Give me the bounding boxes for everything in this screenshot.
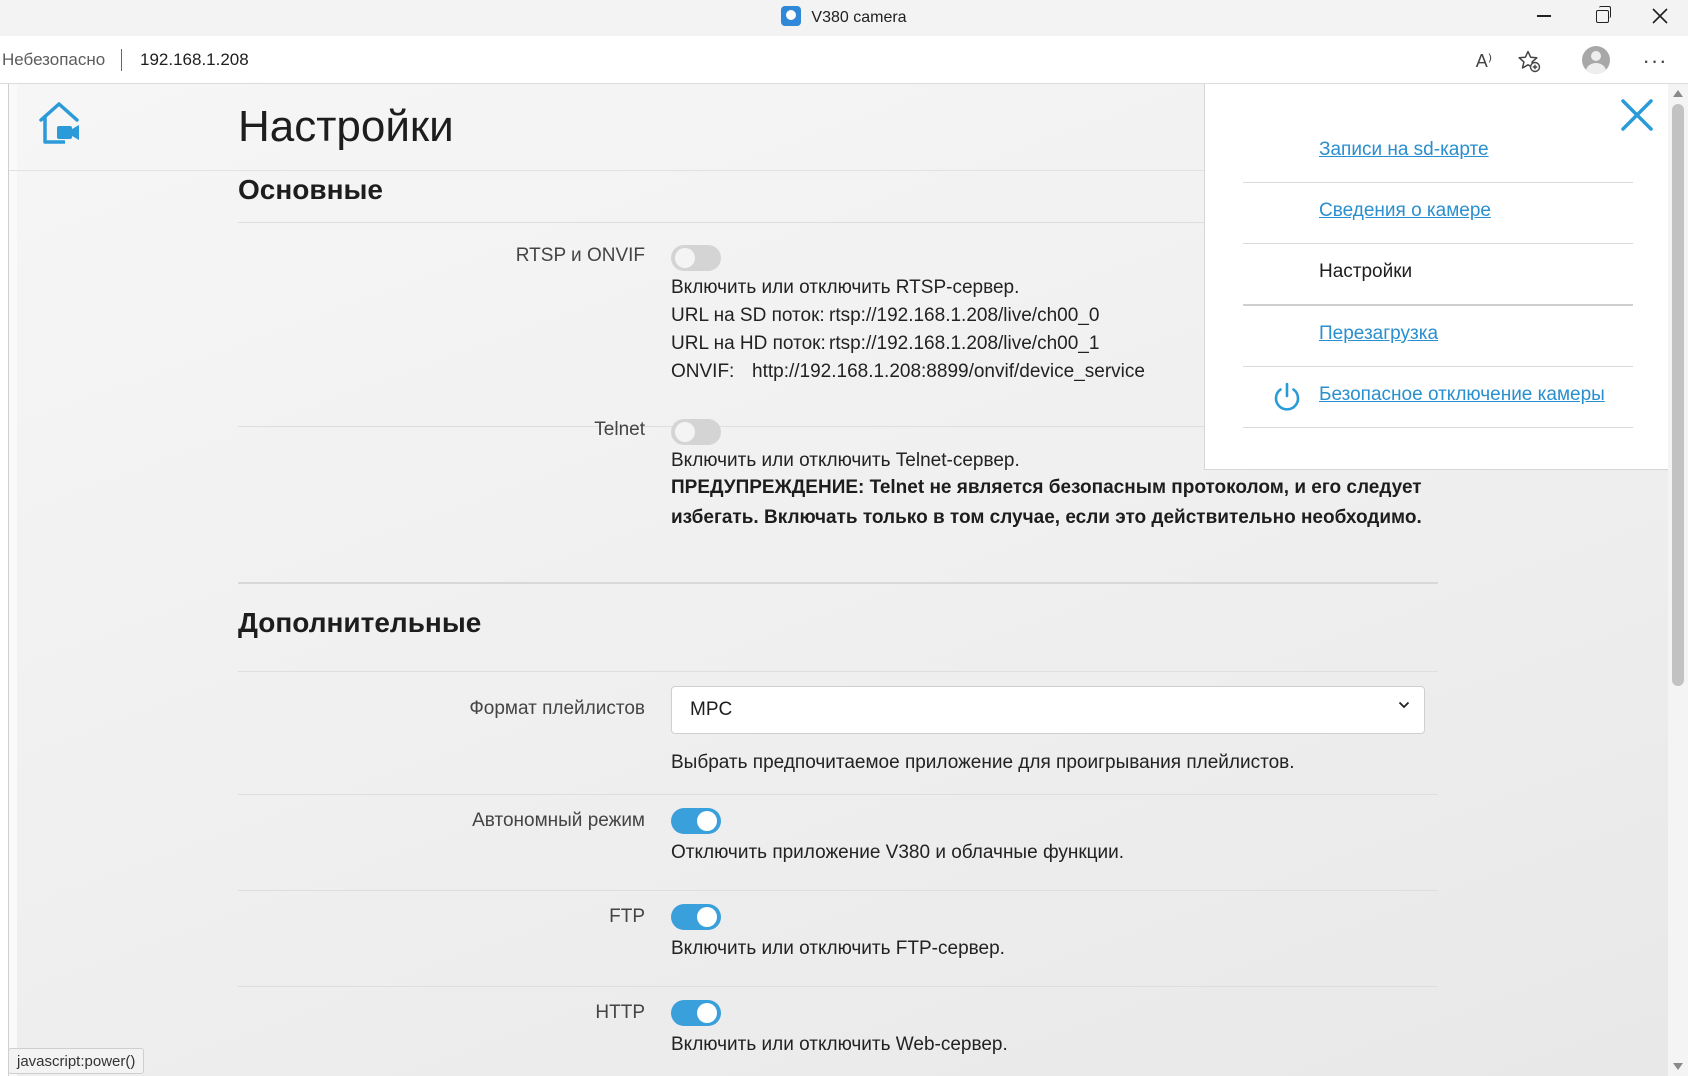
autonomous-toggle[interactable]	[671, 808, 721, 834]
scrollbar-thumb[interactable]	[1672, 104, 1684, 686]
add-favorite-button[interactable]	[1514, 46, 1544, 76]
sd-url-label: URL на SD поток:	[671, 305, 825, 326]
toggle-knob	[675, 422, 695, 442]
navigation-menu: Записи на sd-карте Сведения о камере Нас…	[1204, 84, 1668, 470]
close-icon	[1652, 8, 1668, 24]
hd-url-label: URL на HD поток:	[671, 333, 826, 354]
scroll-down-arrow-icon[interactable]	[1673, 1063, 1683, 1070]
scroll-up-arrow-icon[interactable]	[1673, 90, 1683, 97]
rtsp-hd-url-row: URL на HD поток: rtsp://192.168.1.208/liv…	[671, 333, 1099, 355]
toggle-knob	[697, 1003, 717, 1023]
menu-item-sd-records[interactable]: Записи на sd-карте	[1319, 139, 1489, 161]
telnet-label: Telnet	[594, 419, 645, 440]
rtsp-label: RTSP и ONVIF	[515, 245, 645, 266]
autonomous-description: Отключить приложение V380 и облачные фун…	[671, 842, 1125, 863]
autonomous-label: Автономный режим	[472, 810, 645, 831]
left-edge	[9, 84, 17, 1076]
minimize-button[interactable]	[1516, 0, 1572, 32]
menu-divider	[1243, 304, 1633, 306]
playlist-format-label: Формат плейлистов	[469, 698, 645, 719]
close-menu-icon[interactable]	[1619, 97, 1655, 133]
sd-url-value: rtsp://192.168.1.208/live/ch00_0	[829, 305, 1100, 326]
page-viewport: Настройки Основные RTSP и ONVIF Включить…	[8, 84, 1668, 1076]
playlist-format-select[interactable]: MPC	[671, 686, 1425, 734]
address-bar: Небезопасно 192.168.1.208 A⁾ ···	[0, 36, 1688, 84]
menu-divider	[1243, 243, 1633, 244]
window-title-text: V380 camera	[811, 9, 907, 26]
page-title: Настройки	[238, 102, 454, 151]
url-input[interactable]: 192.168.1.208	[140, 50, 249, 70]
profile-icon	[1582, 46, 1610, 74]
telnet-toggle[interactable]	[671, 419, 721, 445]
http-description: Включить или отключить Web-сервер.	[671, 1034, 1008, 1055]
header-divider	[9, 170, 1205, 171]
read-aloud-icon: A⁾	[1475, 50, 1493, 71]
restore-button[interactable]	[1574, 0, 1630, 32]
telnet-description: Включить или отключить Telnet-сервер.	[671, 450, 1020, 471]
minimize-icon	[1537, 15, 1551, 17]
window-title: V380 camera	[0, 6, 1688, 27]
playlist-format-value: MPC	[690, 699, 733, 720]
http-toggle[interactable]	[671, 1000, 721, 1026]
rtsp-description: Включить или отключить RTSP-сервер.	[671, 277, 1020, 298]
onvif-label: ONVIF:	[671, 361, 735, 382]
toggle-knob	[675, 248, 695, 268]
playlist-format-description: Выбрать предпочитаемое приложение для пр…	[671, 752, 1295, 773]
onvif-url-value: http://192.168.1.208:8899/onvif/device_s…	[752, 361, 1145, 382]
chevron-down-icon	[1398, 701, 1410, 709]
row-divider	[238, 794, 1438, 795]
rtsp-sd-url-row: URL на SD поток: rtsp://192.168.1.208/liv…	[671, 305, 1099, 327]
http-label: HTTP	[595, 1002, 645, 1023]
restore-icon	[1595, 5, 1611, 23]
star-add-icon	[1518, 50, 1541, 73]
rtsp-toggle[interactable]	[671, 245, 721, 271]
profile-button[interactable]	[1580, 44, 1612, 76]
ftp-toggle[interactable]	[671, 904, 721, 930]
security-indicator[interactable]: Небезопасно	[2, 50, 105, 70]
section-divider	[238, 582, 1438, 584]
power-icon	[1274, 382, 1300, 411]
window-titlebar: V380 camera	[0, 0, 1688, 36]
menu-item-reboot[interactable]: Перезагрузка	[1319, 323, 1438, 345]
section-divider	[238, 671, 1438, 672]
telnet-warning-line2: избегать. Включать только в том случае, …	[671, 507, 1422, 528]
menu-item-camera-info[interactable]: Сведения о камере	[1319, 200, 1491, 222]
menu-divider	[1243, 427, 1633, 428]
home-camera-icon[interactable]	[35, 100, 85, 146]
onvif-url-row: ONVIF: http://192.168.1.208:8899/onvif/de…	[671, 361, 1145, 383]
read-aloud-button[interactable]: A⁾	[1469, 46, 1499, 76]
telnet-warning-line1: ПРЕДУПРЕЖДЕНИЕ: Telnet не является безоп…	[671, 477, 1422, 498]
camera-app-icon	[781, 6, 802, 26]
more-icon: ···	[1642, 48, 1668, 73]
ftp-label: FTP	[609, 906, 645, 927]
menu-divider	[1243, 366, 1633, 367]
more-menu-button[interactable]: ···	[1640, 46, 1670, 76]
toggle-knob	[697, 811, 717, 831]
ftp-description: Включить или отключить FTP-сервер.	[671, 938, 1005, 959]
address-divider	[121, 49, 122, 71]
menu-item-safe-shutdown[interactable]: Безопасное отключение камеры	[1319, 384, 1605, 406]
hd-url-value: rtsp://192.168.1.208/live/ch00_1	[829, 333, 1100, 354]
menu-divider	[1243, 182, 1633, 183]
section-advanced-title: Дополнительные	[238, 607, 482, 638]
section-basic-title: Основные	[238, 174, 383, 205]
telnet-warning: ПРЕДУПРЕЖДЕНИЕ: Telnet не является безоп…	[671, 473, 1441, 533]
menu-item-settings[interactable]: Настройки	[1319, 261, 1412, 283]
status-bar-link-preview: javascript:power()	[8, 1048, 145, 1074]
toggle-knob	[697, 907, 717, 927]
vertical-scrollbar[interactable]	[1668, 84, 1688, 1076]
row-divider	[238, 890, 1438, 891]
window-close-button[interactable]	[1632, 0, 1688, 32]
row-divider	[238, 986, 1438, 987]
